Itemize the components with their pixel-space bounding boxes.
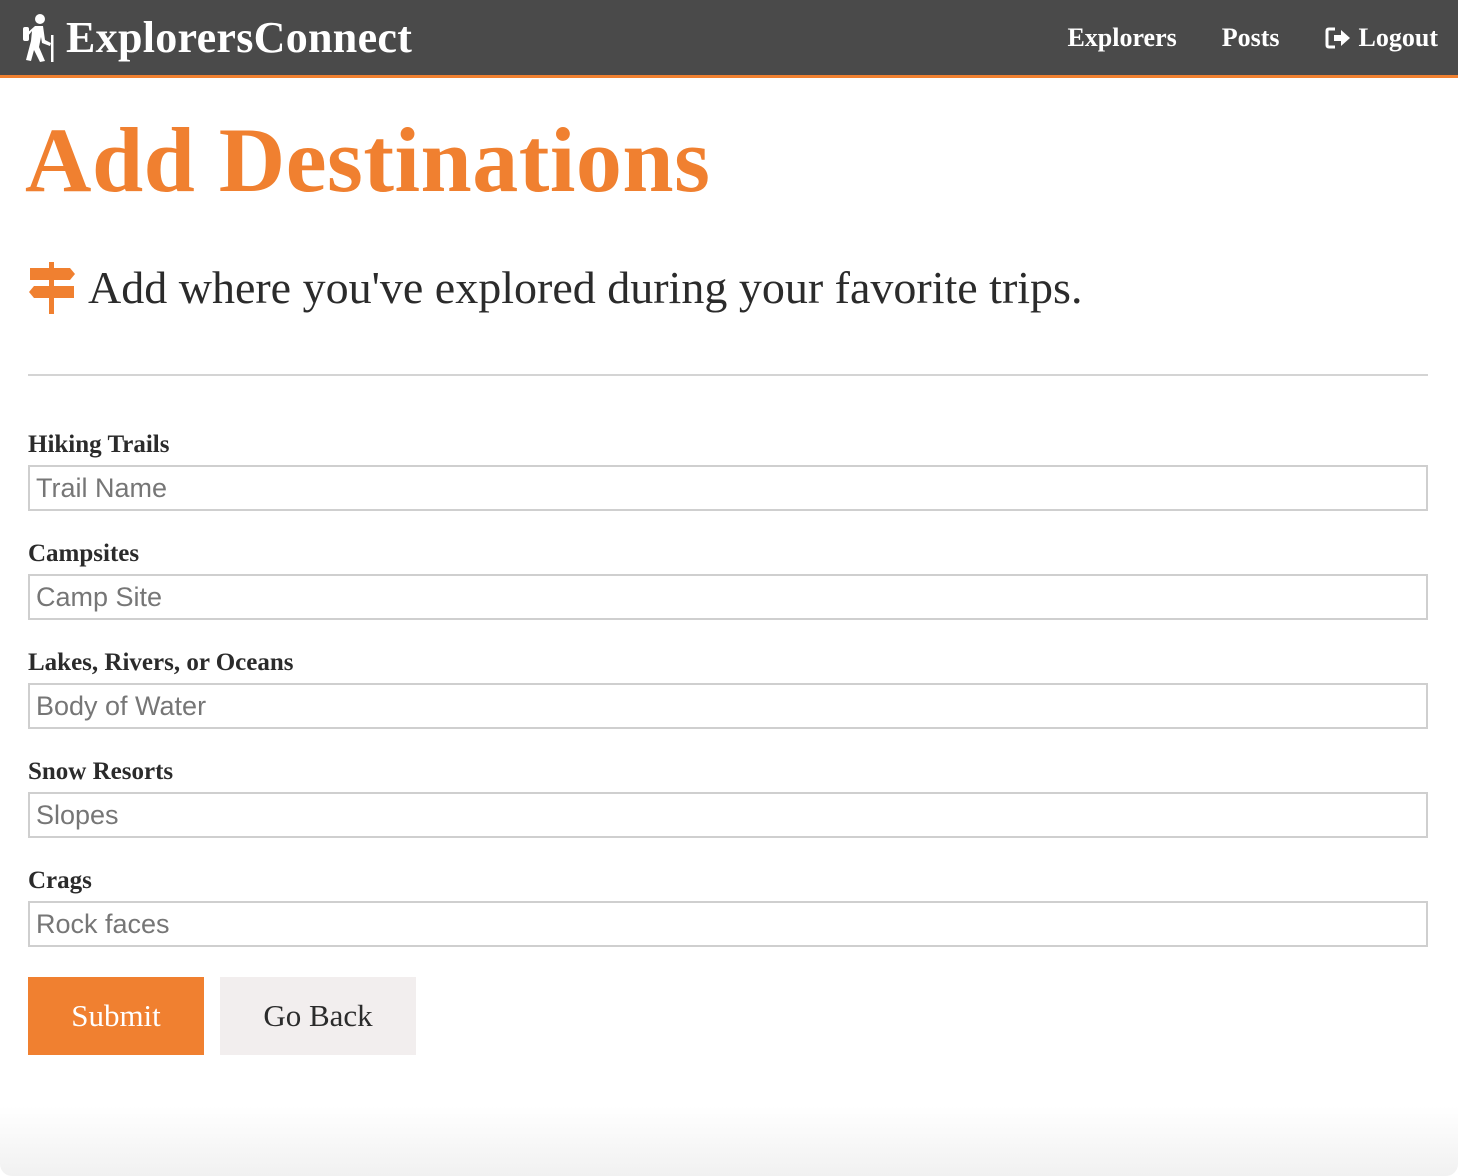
nav-link-posts[interactable]: Posts: [1221, 22, 1280, 52]
field-water: Lakes, Rivers, or Oceans: [28, 650, 1428, 729]
snow-resorts-label: Snow Resorts: [28, 758, 174, 785]
destinations-form: Hiking Trails Campsites Lakes, Rivers, o…: [28, 432, 1428, 1055]
navbar: ExplorersConnect Explorers Posts Logout: [0, 0, 1458, 78]
crags-input[interactable]: [28, 901, 1428, 947]
hiker-icon: [18, 13, 56, 63]
brand-name: ExplorersConnect: [66, 12, 413, 62]
hiking-trails-label: Hiking Trails: [28, 431, 170, 458]
field-hiking-trails: Hiking Trails: [28, 432, 1428, 511]
signpost-icon: [28, 262, 76, 314]
nav-link-label: Posts: [1221, 22, 1280, 52]
submit-button[interactable]: Submit: [28, 977, 204, 1055]
page-subtitle: Add where you've explored during your fa…: [88, 262, 1083, 313]
water-label: Lakes, Rivers, or Oceans: [28, 649, 294, 676]
logout-icon: [1325, 27, 1351, 49]
hiking-trails-input[interactable]: [28, 465, 1428, 511]
divider: [28, 374, 1428, 376]
go-back-button[interactable]: Go Back: [220, 977, 416, 1055]
brand-link[interactable]: ExplorersConnect: [18, 13, 412, 63]
page-bottom-edge: [0, 1106, 1458, 1176]
campsites-input[interactable]: [28, 574, 1428, 620]
nav-links: Explorers Posts Logout: [1067, 22, 1438, 52]
water-input[interactable]: [28, 683, 1428, 729]
nav-link-label: Logout: [1358, 22, 1438, 52]
field-snow-resorts: Snow Resorts: [28, 759, 1428, 838]
subtitle-row: Add where you've explored during your fa…: [28, 262, 1428, 314]
nav-link-explorers[interactable]: Explorers: [1067, 22, 1177, 52]
page-title: Add Destinations: [25, 109, 711, 211]
nav-link-label: Explorers: [1067, 22, 1177, 52]
form-actions: Submit Go Back: [28, 977, 1428, 1055]
nav-link-logout[interactable]: Logout: [1325, 22, 1438, 52]
campsites-label: Campsites: [28, 540, 140, 567]
crags-label: Crags: [28, 867, 92, 894]
main-content: Add Destinations Add where you've explor…: [25, 78, 1428, 1055]
field-campsites: Campsites: [28, 541, 1428, 620]
snow-resorts-input[interactable]: [28, 792, 1428, 838]
field-crags: Crags: [28, 868, 1428, 947]
